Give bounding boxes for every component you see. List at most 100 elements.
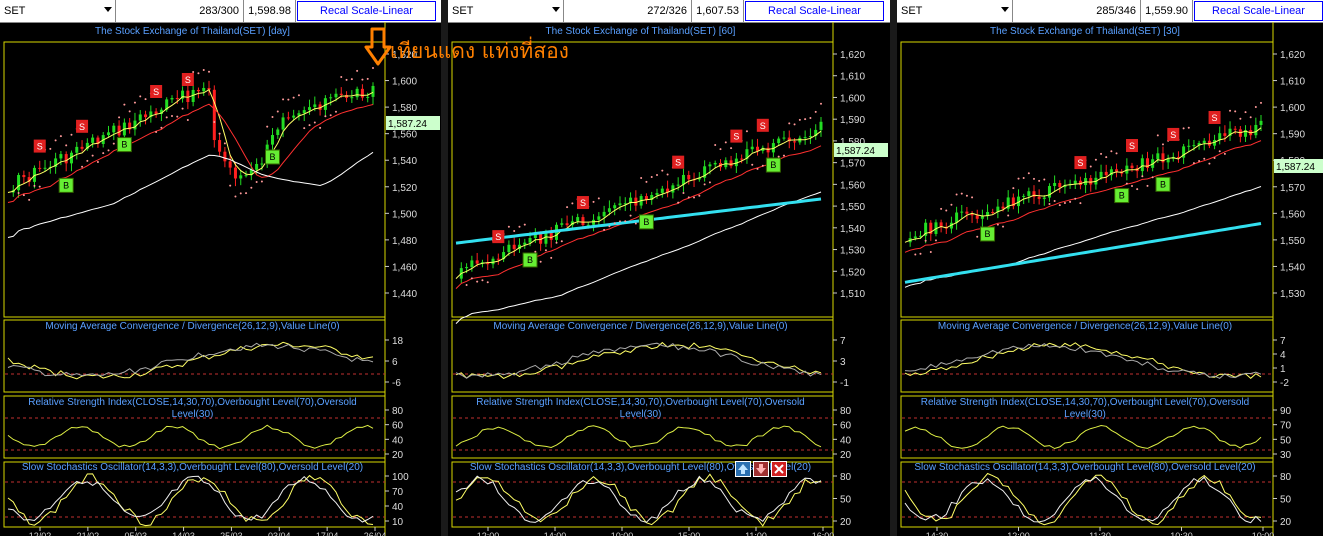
sar-dot bbox=[176, 115, 179, 118]
recal-scale-button[interactable]: Recal Scale-Linear bbox=[1194, 1, 1323, 21]
down-arrow-icon bbox=[364, 27, 392, 66]
sar-dot bbox=[629, 214, 632, 217]
axis-tick-label: 80 bbox=[840, 406, 852, 417]
symbol-value: SET bbox=[4, 5, 26, 17]
sar-dot bbox=[372, 66, 374, 69]
sar-dot bbox=[239, 192, 242, 195]
candle-body bbox=[980, 216, 984, 219]
chevron-down-icon[interactable] bbox=[1001, 7, 1009, 12]
sar-dot bbox=[714, 143, 717, 146]
buy-signal-label: B bbox=[527, 255, 533, 265]
recal-scale-button[interactable]: Recal Scale-Linear bbox=[745, 1, 884, 21]
candle-body bbox=[281, 117, 285, 130]
candle-body bbox=[523, 242, 527, 245]
chart-title: The Stock Exchange of Thailand(SET) [30] bbox=[990, 26, 1180, 37]
chart-title: The Stock Exchange of Thailand(SET) [60] bbox=[546, 26, 736, 37]
candle-body bbox=[202, 87, 206, 92]
candle-body bbox=[218, 140, 222, 152]
sar-dot bbox=[340, 75, 343, 78]
axis-tick-label: 1,570 bbox=[840, 159, 865, 170]
chart-canvas[interactable]: The Stock Exchange of Thailand(SET) [60]… bbox=[448, 22, 890, 536]
axis-tick-label: 70 bbox=[392, 487, 404, 498]
sar-dot bbox=[208, 70, 211, 73]
sar-dot bbox=[486, 281, 489, 284]
annotation-text: เทียนแดง แท่งที่สอง bbox=[390, 39, 569, 63]
candle-body bbox=[255, 163, 259, 170]
sar-dot bbox=[345, 78, 348, 81]
sar-dot bbox=[144, 98, 147, 101]
move-up-icon[interactable] bbox=[735, 461, 751, 477]
candle-body bbox=[228, 161, 232, 168]
symbol-select[interactable]: SET bbox=[0, 0, 116, 22]
candle-body bbox=[576, 217, 580, 222]
symbol-select[interactable]: SET bbox=[897, 0, 1013, 22]
candle-body bbox=[975, 215, 979, 219]
axis-tick-label: 1,590 bbox=[1280, 130, 1305, 141]
candle-body bbox=[1053, 182, 1057, 187]
axis-tick-label: 1,580 bbox=[392, 103, 417, 114]
sar-dot bbox=[761, 164, 764, 167]
recal-scale-button[interactable]: Recal Scale-Linear bbox=[297, 1, 436, 21]
sar-dot bbox=[1069, 200, 1072, 203]
candle-body bbox=[1156, 153, 1160, 160]
chart-canvas[interactable]: The Stock Exchange of Thailand(SET) [30]… bbox=[897, 22, 1323, 536]
sar-dot bbox=[1136, 188, 1139, 191]
chart-canvas[interactable]: The Stock Exchange of Thailand(SET) [day… bbox=[0, 22, 441, 536]
sar-dot bbox=[693, 196, 696, 199]
buy-signal-label: B bbox=[121, 140, 127, 150]
symbol-value: SET bbox=[452, 5, 474, 17]
sar-dot bbox=[245, 192, 248, 195]
panel-splitter[interactable] bbox=[890, 0, 897, 536]
sar-dot bbox=[334, 110, 337, 113]
sar-dot bbox=[1234, 110, 1237, 113]
close-icon[interactable] bbox=[771, 461, 787, 477]
sar-dot bbox=[1053, 199, 1056, 202]
sar-dot bbox=[1192, 162, 1195, 165]
time-label: 03/04 bbox=[268, 531, 291, 536]
time-label: 15:00 bbox=[678, 531, 701, 536]
time-label: 17/04 bbox=[316, 531, 339, 536]
axis-tick-label: 80 bbox=[840, 472, 852, 483]
panel-toolbar: SET 272/326 1,607.53 Recal Scale-Linear bbox=[448, 0, 890, 23]
sar-dot bbox=[603, 228, 606, 231]
sar-dot bbox=[96, 160, 99, 163]
sell-signal-label: S bbox=[495, 232, 501, 242]
candle-body bbox=[239, 175, 243, 179]
candle-body bbox=[544, 232, 548, 244]
move-down-icon[interactable] bbox=[753, 461, 769, 477]
chart-panel-day: SET 283/300 1,598.98 Recal Scale-Linear … bbox=[0, 0, 441, 536]
sar-dot bbox=[155, 130, 158, 133]
sar-dot bbox=[81, 165, 84, 168]
axis-tick-label: 70 bbox=[1280, 421, 1292, 432]
candle-body bbox=[1104, 171, 1108, 176]
panel-splitter[interactable] bbox=[441, 0, 448, 536]
candle-body bbox=[1218, 133, 1222, 140]
sar-dot bbox=[1043, 178, 1046, 181]
chevron-down-icon[interactable] bbox=[552, 7, 560, 12]
sar-dot bbox=[22, 194, 25, 197]
axis-tick-label: 1,530 bbox=[1280, 289, 1305, 300]
axis-tick-label: 50 bbox=[1280, 435, 1292, 446]
sar-dot bbox=[782, 154, 785, 157]
sar-dot bbox=[724, 141, 727, 144]
time-label: 10:00 bbox=[1252, 531, 1275, 536]
symbol-select[interactable]: SET bbox=[448, 0, 564, 22]
sar-dot bbox=[814, 110, 817, 113]
sar-dot bbox=[513, 229, 516, 232]
buy-signal-label: B bbox=[643, 217, 649, 227]
candle-body bbox=[371, 85, 375, 97]
candle-body bbox=[470, 260, 474, 268]
sar-dot bbox=[560, 240, 563, 243]
axis-tick-label: 1,620 bbox=[840, 50, 865, 61]
chevron-down-icon[interactable] bbox=[104, 7, 112, 12]
time-label: 11:30 bbox=[1089, 531, 1111, 536]
candle-body bbox=[64, 154, 68, 164]
moving-average-line bbox=[7, 151, 374, 238]
candle-body bbox=[708, 164, 712, 167]
sar-dot bbox=[708, 181, 711, 184]
candle-body bbox=[292, 115, 296, 118]
bar-count: 272/326 bbox=[564, 0, 692, 22]
candle-body bbox=[777, 138, 781, 144]
candle-body bbox=[329, 97, 333, 99]
candle-body bbox=[808, 135, 812, 138]
